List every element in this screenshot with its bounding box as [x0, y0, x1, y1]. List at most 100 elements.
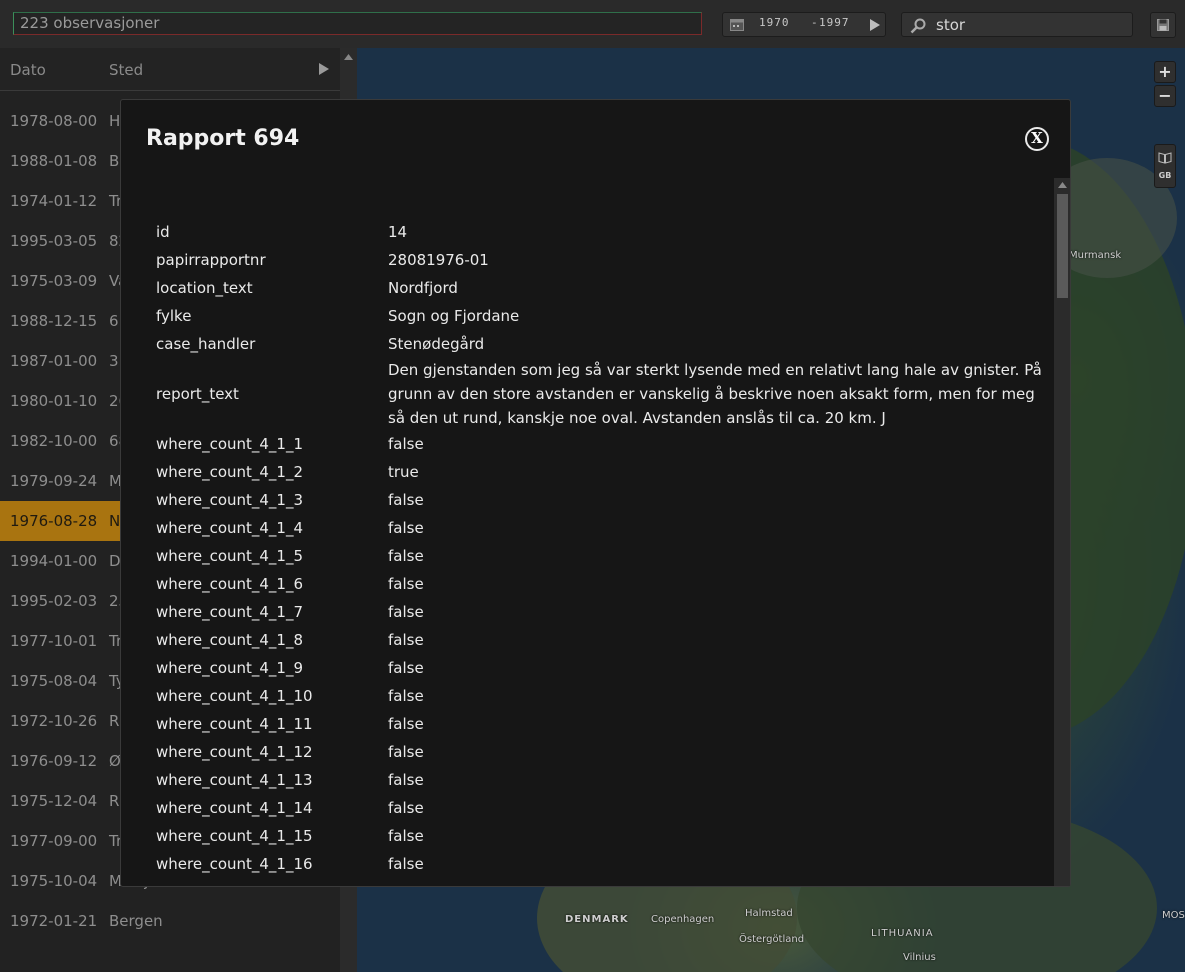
field-row: where_count_4_1_10 false [156, 682, 1046, 710]
field-key: where_count_4_1_4 [156, 519, 304, 537]
field-row: where_count_4_1_16 false [156, 850, 1046, 878]
map-label: Halmstad [745, 908, 793, 919]
list-item-date: 1994-01-00 [10, 552, 98, 570]
list-item-date: 1974-01-12 [10, 192, 98, 210]
book-icon [1158, 152, 1172, 164]
column-header-date[interactable]: Dato [10, 61, 46, 79]
zoom-in-button[interactable]: + [1154, 61, 1176, 83]
map-label: MOS [1162, 910, 1185, 921]
list-item-date: 1995-02-03 [10, 592, 98, 610]
field-key: where_count_4_1_11 [156, 715, 313, 733]
field-key: where_count_4_1_2 [156, 463, 304, 481]
year-from-field[interactable]: 1970 [759, 16, 790, 29]
list-item-date: 1977-09-00 [10, 832, 98, 850]
field-value: false [388, 715, 424, 733]
list-item-date: 1979-09-24 [10, 472, 98, 490]
list-item[interactable]: 1972-01-21 Bergen [0, 901, 340, 941]
map-label: LITHUANIA [871, 928, 934, 939]
list-item-date: 1975-12-04 [10, 792, 98, 810]
calendar-icon[interactable] [730, 18, 744, 31]
field-row: where_count_4_1_9 false [156, 654, 1046, 682]
report-fields: id 14 papirrapportnr 28081976-01 location_te… [156, 218, 1046, 878]
year-separator: - [811, 16, 818, 29]
layer-toggle-button[interactable]: GB [1154, 144, 1176, 188]
scroll-up-icon[interactable] [344, 54, 353, 60]
list-item-date: 1975-10-04 [10, 872, 98, 890]
field-row: id 14 [156, 218, 1046, 246]
field-row: fylke Sogn og Fjordane [156, 302, 1046, 330]
modal-title: Rapport 694 [146, 126, 300, 151]
field-key: where_count_4_1_13 [156, 771, 313, 789]
year-to-field[interactable]: 1997 [819, 16, 850, 29]
close-button[interactable]: X [1025, 127, 1049, 151]
search-icon [910, 18, 926, 34]
save-button[interactable] [1150, 12, 1176, 38]
field-key: where_count_4_1_7 [156, 603, 304, 621]
filter-input[interactable]: 223 observasjoner [13, 12, 702, 35]
field-key: where_count_4_1_14 [156, 799, 313, 817]
map-label: Östergötland [739, 934, 805, 945]
list-item-date: 1976-08-28 [10, 512, 98, 530]
column-header-place[interactable]: Sted [109, 61, 143, 79]
list-item-date: 1975-03-09 [10, 272, 98, 290]
field-row: case_handler Stenødegård [156, 330, 1046, 358]
list-item-date: 1975-08-04 [10, 672, 98, 690]
list-item-place: Bergen [109, 912, 163, 930]
modal-scrollbar[interactable] [1054, 178, 1070, 886]
text-search-input[interactable]: stor [901, 12, 1133, 37]
list-item-date: 1988-01-08 [10, 152, 98, 170]
list-item-place: N [109, 512, 121, 530]
field-row: where_count_4_1_4 false [156, 514, 1046, 542]
field-value: false [388, 519, 424, 537]
field-value: 28081976-01 [388, 251, 489, 269]
field-value: false [388, 827, 424, 845]
list-item-date: 1977-10-01 [10, 632, 98, 650]
field-key: report_text [156, 385, 239, 403]
report-modal: Rapport 694 X id 14 papirrapportnr 28081976… [120, 99, 1071, 887]
field-value: false [388, 771, 424, 789]
field-key: where_count_4_1_12 [156, 743, 313, 761]
field-row: location_text Nordfjord [156, 274, 1046, 302]
field-key: where_count_4_1_6 [156, 575, 304, 593]
field-key: where_count_4_1_10 [156, 687, 313, 705]
list-item-date: 1988-12-15 [10, 312, 98, 330]
list-item-date: 1978-08-00 [10, 112, 98, 130]
field-key: where_count_4_1_8 [156, 631, 304, 649]
field-value: false [388, 799, 424, 817]
field-value: Sogn og Fjordane [388, 307, 520, 325]
field-key: papirrapportnr [156, 251, 266, 269]
field-key: where_count_4_1_15 [156, 827, 313, 845]
field-row: where_count_4_1_2 true [156, 458, 1046, 486]
field-row: papirrapportnr 28081976-01 [156, 246, 1046, 274]
field-row: where_count_4_1_3 false [156, 486, 1046, 514]
field-row: where_count_4_1_13 false [156, 766, 1046, 794]
field-key: id [156, 223, 170, 241]
play-icon[interactable] [318, 62, 330, 76]
scroll-up-icon[interactable] [1058, 182, 1067, 188]
field-row: where_count_4_1_15 false [156, 822, 1046, 850]
list-item-date: 1972-01-21 [10, 912, 98, 930]
field-row: where_count_4_1_1 false [156, 430, 1046, 458]
field-row: where_count_4_1_12 false [156, 738, 1046, 766]
map-label: Copenhagen [651, 914, 715, 925]
field-value: false [388, 659, 424, 677]
field-value: Stenødegård [388, 335, 485, 353]
scrollbar-thumb[interactable] [1057, 194, 1068, 298]
layer-label: GB [1158, 171, 1172, 180]
field-value: false [388, 603, 424, 621]
field-value: false [388, 435, 424, 453]
save-icon [1157, 19, 1169, 31]
map-label: Vilnius [903, 952, 936, 963]
zoom-out-button[interactable]: − [1154, 85, 1176, 107]
field-row: report_text Den gjenstanden som jeg så va… [156, 358, 1046, 430]
field-row: where_count_4_1_14 false [156, 794, 1046, 822]
field-value: 14 [388, 223, 408, 241]
field-value: false [388, 547, 424, 565]
field-value: false [388, 855, 424, 873]
field-row: where_count_4_1_11 false [156, 710, 1046, 738]
list-item-date: 1987-01-00 [10, 352, 98, 370]
play-icon[interactable] [869, 18, 881, 32]
field-key: where_count_4_1_16 [156, 855, 313, 873]
field-row: where_count_4_1_5 false [156, 542, 1046, 570]
date-range-control[interactable]: 1970 - 1997 [722, 12, 886, 37]
